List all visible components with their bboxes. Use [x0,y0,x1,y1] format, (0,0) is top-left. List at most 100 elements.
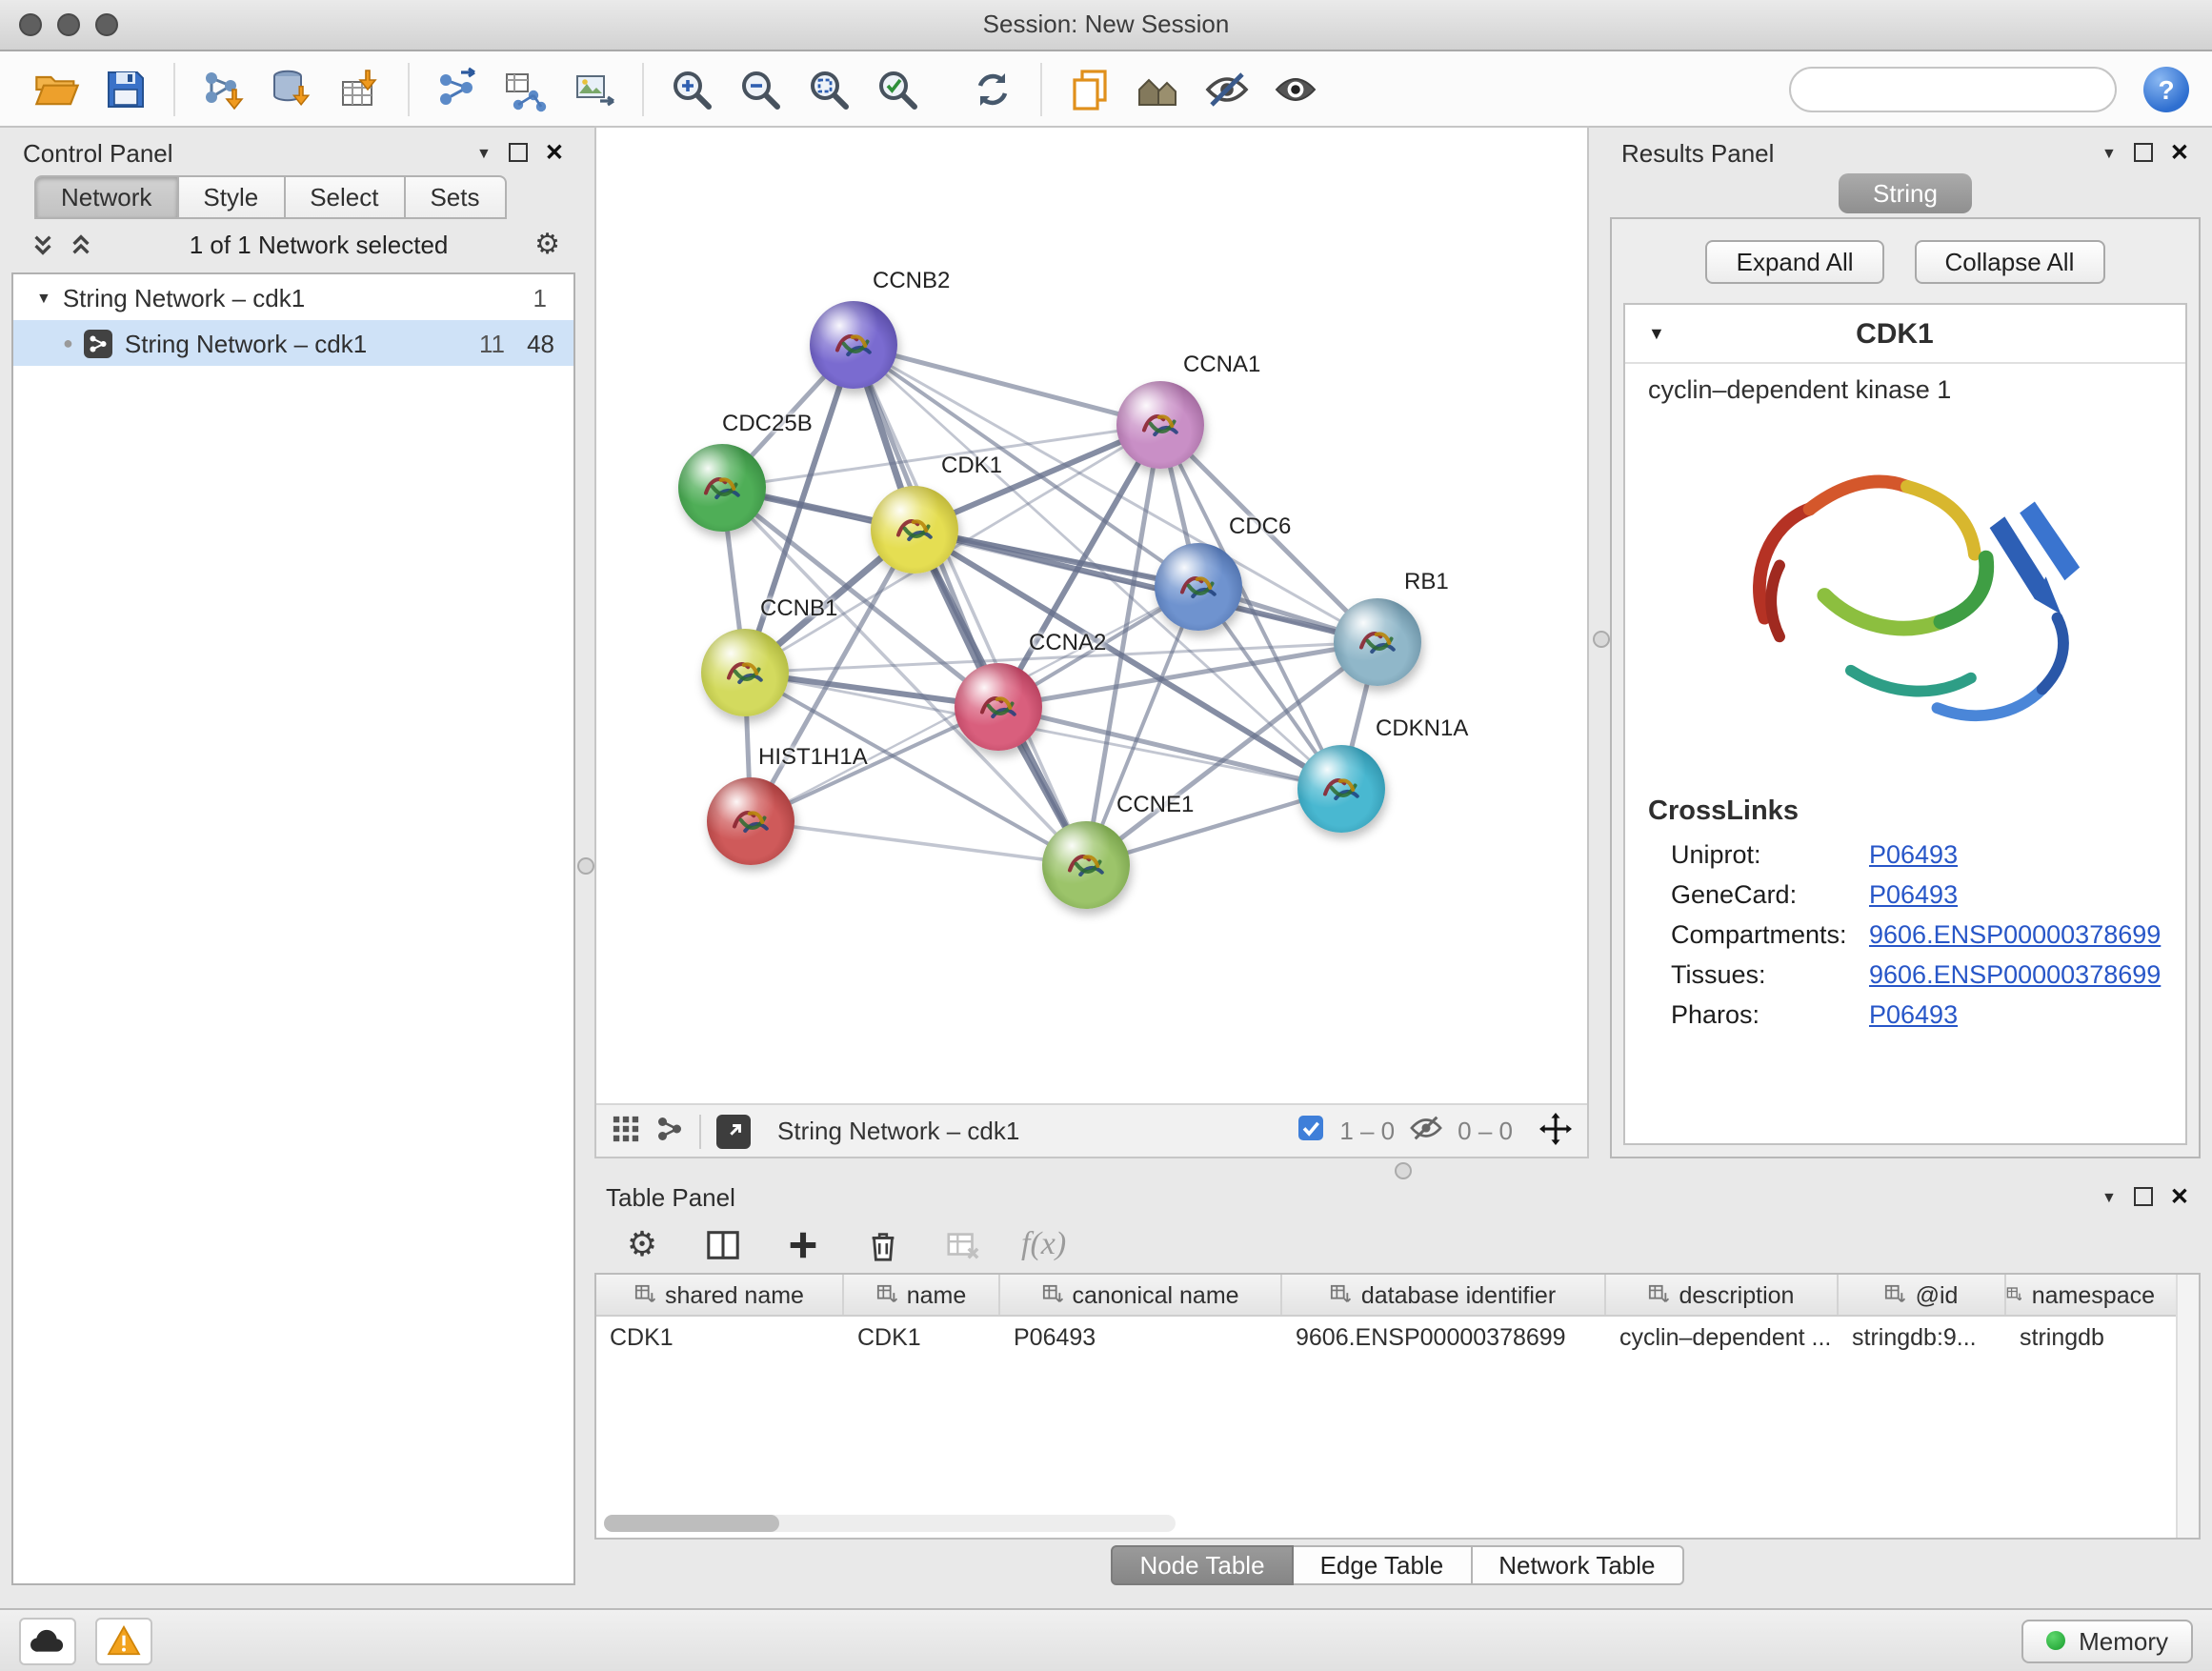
panel-menu-icon[interactable]: ▼ [476,144,492,161]
selected-nodes-icon[interactable] [1297,1115,1324,1147]
minimize-window-button[interactable] [57,13,80,36]
tab-node-table[interactable]: Node Table [1111,1545,1293,1585]
table-cell[interactable]: P06493 [1000,1323,1282,1350]
close-window-button[interactable] [19,13,42,36]
network-drawing-area[interactable]: CCNB2CCNA1CDC25BCDK1CDC6RB1CCNB1CCNA2CDK… [596,128,1587,1103]
column-header[interactable]: canonical name [1000,1275,1282,1315]
table-row[interactable]: CDK1 CDK1 P06493 9606.ENSP00000378699 cy… [596,1317,2199,1357]
hide-selected-icon[interactable] [1196,58,1257,119]
expand-all-networks-icon[interactable] [27,229,57,259]
close-panel-icon[interactable]: ✕ [2170,139,2189,166]
network-edge[interactable] [854,345,1160,425]
network-node-ccnb2[interactable] [810,301,897,389]
close-panel-icon[interactable]: ✕ [2170,1183,2189,1210]
node-details-header[interactable]: ▼ CDK1 [1625,305,2185,364]
collapse-all-button[interactable]: Collapse All [1915,240,2105,284]
network-collection-row[interactable]: ▼ String Network – cdk1 1 [13,274,573,320]
vertical-scrollbar[interactable] [2176,1275,2199,1538]
network-edge[interactable] [751,821,1086,865]
save-session-icon[interactable] [95,58,156,119]
column-header[interactable]: namespace [2006,1275,2155,1315]
copy-icon[interactable] [1059,58,1120,119]
float-panel-icon[interactable] [2134,143,2153,162]
tab-edge-table[interactable]: Edge Table [1294,1545,1473,1585]
birdseye-view-icon[interactable] [655,1114,684,1148]
table-options-gear-icon[interactable]: ⚙ [621,1223,663,1265]
column-header[interactable]: name [844,1275,1000,1315]
export-image-icon[interactable] [564,58,625,119]
search-input[interactable] [1818,72,2161,105]
network-node-cdc6[interactable] [1155,543,1242,631]
memory-button[interactable]: Memory [2021,1619,2193,1662]
add-column-icon[interactable] [781,1223,823,1265]
function-builder-icon[interactable]: f(x) [1021,1225,1066,1263]
float-panel-icon[interactable] [509,143,528,162]
collapse-all-networks-icon[interactable] [65,229,95,259]
zoom-selected-icon[interactable] [867,58,928,119]
float-panel-icon[interactable] [2134,1187,2153,1206]
table-cell[interactable]: CDK1 [844,1323,1000,1350]
tab-select[interactable]: Select [283,175,403,219]
column-header[interactable]: database identifier [1282,1275,1606,1315]
panel-menu-icon[interactable]: ▼ [2101,144,2117,161]
table-cell[interactable]: CDK1 [596,1323,844,1350]
column-header[interactable]: description [1606,1275,1839,1315]
network-node-cdc25b[interactable] [678,444,766,532]
close-panel-icon[interactable]: ✕ [545,139,564,166]
show-all-icon[interactable] [1265,58,1326,119]
network-from-table-icon[interactable] [495,58,556,119]
crosslink-link[interactable]: P06493 [1869,1000,1958,1029]
tab-string[interactable]: String [1839,173,1972,213]
table-cell[interactable]: stringdb:9... [1839,1323,2006,1350]
grid-view-icon[interactable] [612,1114,640,1148]
zoom-out-icon[interactable] [730,58,791,119]
pan-mode-icon[interactable] [1539,1112,1572,1150]
network-node-ccna1[interactable] [1116,381,1204,469]
open-session-icon[interactable] [27,58,88,119]
network-node-cdk1[interactable] [871,486,958,574]
table-cell[interactable]: 9606.ENSP00000378699 [1282,1323,1606,1350]
network-node-ccna2[interactable] [955,663,1042,751]
column-header[interactable]: shared name [596,1275,844,1315]
panel-menu-icon[interactable]: ▼ [2101,1188,2117,1205]
column-header[interactable]: @id [1839,1275,2006,1315]
splitter-handle[interactable] [1395,1162,1412,1179]
scrollbar-thumb[interactable] [604,1515,779,1532]
collapse-entry-icon[interactable]: ▼ [1648,324,1665,343]
network-edge[interactable] [854,345,1086,865]
first-neighbors-icon[interactable] [1128,58,1189,119]
splitter-handle[interactable] [1593,631,1610,648]
crosslink-link[interactable]: P06493 [1869,880,1958,909]
clone-network-icon[interactable] [427,58,488,119]
table-cell[interactable]: stringdb [2006,1323,2155,1350]
tab-network-table[interactable]: Network Table [1472,1545,1683,1585]
network-node-rb1[interactable] [1334,598,1421,686]
tab-network[interactable]: Network [34,175,176,219]
network-row[interactable]: ● String Network – cdk1 11 48 [13,320,573,366]
warning-icon[interactable] [95,1617,152,1664]
network-node-ccnb1[interactable] [701,629,789,716]
cloud-icon[interactable] [19,1617,76,1664]
import-network-icon[interactable] [192,58,253,119]
network-node-ccne1[interactable] [1042,821,1130,909]
splitter-handle[interactable] [577,857,594,875]
network-node-cdkn1a[interactable] [1297,745,1385,833]
expand-all-button[interactable]: Expand All [1706,240,1884,284]
tab-style[interactable]: Style [176,175,283,219]
table-cell[interactable]: cyclin–dependent ... [1606,1323,1839,1350]
import-network-database-icon[interactable] [261,58,322,119]
open-in-window-icon[interactable] [716,1114,751,1148]
tab-sets[interactable]: Sets [403,175,506,219]
import-table-icon[interactable] [330,58,391,119]
delete-column-icon[interactable] [861,1223,903,1265]
refresh-view-icon[interactable] [962,58,1023,119]
crosslink-link[interactable]: P06493 [1869,840,1958,869]
crosslink-link[interactable]: 9606.ENSP00000378699 [1869,920,2161,949]
hidden-nodes-icon[interactable] [1410,1115,1442,1147]
network-node-hist1h1a[interactable] [707,777,794,865]
show-columns-icon[interactable] [701,1223,743,1265]
zoom-window-button[interactable] [95,13,118,36]
disclosure-triangle-icon[interactable]: ▼ [36,289,51,306]
crosslink-link[interactable]: 9606.ENSP00000378699 [1869,960,2161,989]
zoom-in-icon[interactable] [661,58,722,119]
